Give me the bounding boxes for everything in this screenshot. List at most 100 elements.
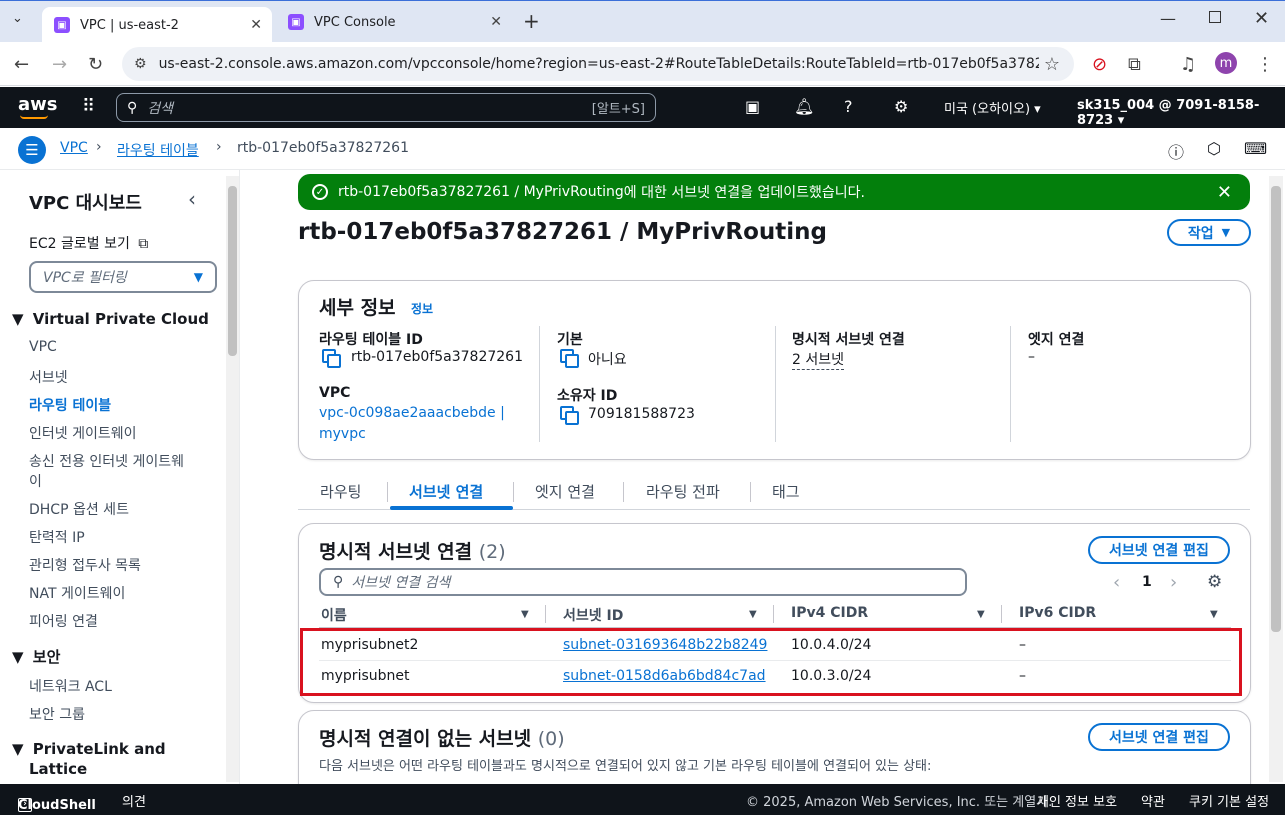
browser-menu-icon[interactable]: ⋮ <box>1256 54 1274 75</box>
browser-tab-vpc-console[interactable]: ▣ VPC Console ✕ <box>276 7 512 37</box>
dismiss-flash-icon[interactable]: ✕ <box>1217 182 1232 203</box>
sidebar-scrollbar-thumb[interactable] <box>228 186 237 356</box>
ec2-global-view-link[interactable]: EC2 글로벌 보기 ⧉ <box>29 233 148 253</box>
aws-logo[interactable]: aws <box>18 94 58 115</box>
sidebar-item-elastic-ips[interactable]: 탄력적 IP <box>29 527 85 547</box>
cookie-preferences-link[interactable]: 쿠키 기본 설정 <box>1189 791 1269 810</box>
url-input[interactable]: ⚙ us-east-2.console.aws.amazon.com/vpcco… <box>122 47 1074 81</box>
notification-hex-icon[interactable]: ⬡ <box>1207 139 1221 158</box>
details-info-link[interactable]: 정보 <box>411 300 433 317</box>
copy-icon[interactable] <box>560 349 579 368</box>
sidebar-item-security-groups[interactable]: 보안 그룹 <box>29 704 85 724</box>
sidebar-item-subnets[interactable]: 서브넷 <box>29 367 68 387</box>
sidebar-item-route-tables[interactable]: 라우팅 테이블 <box>29 395 111 415</box>
minimize-icon[interactable]: — <box>1160 9 1176 28</box>
search-icon: ⚲ <box>333 574 344 590</box>
info-circle-icon[interactable]: ⓘ <box>1168 139 1184 163</box>
column-header-name[interactable]: 이름 <box>321 605 347 625</box>
sidebar-item-peering[interactable]: 피어링 연결 <box>29 611 98 631</box>
sidebar-item-internet-gateways[interactable]: 인터넷 게이트웨이 <box>29 423 137 443</box>
bookmark-star-icon[interactable]: ☆ <box>1044 54 1060 75</box>
column-header-ipv4-cidr[interactable]: IPv4 CIDR <box>791 605 868 621</box>
heading-text: 명시적 연결이 없는 서브넷 <box>319 728 532 750</box>
tab-tags[interactable]: 태그 <box>772 481 800 502</box>
feedback-panel-icon[interactable]: ⌨ <box>1244 139 1267 158</box>
browser-tab-vpc[interactable]: ▣ VPC | us-east-2 ✕ <box>42 7 272 43</box>
close-tab-icon[interactable]: ✕ <box>490 14 502 30</box>
section-security[interactable]: ▼ 보안 <box>12 646 60 667</box>
subnet-assoc-search-input[interactable]: ⚲ 서브넷 연결 검색 <box>319 568 967 596</box>
column-header-subnet-id[interactable]: 서브넷 ID <box>563 605 623 625</box>
region-selector[interactable]: 미국 (오하이오) ▾ <box>944 98 1041 117</box>
section-privatelink[interactable]: ▼ PrivateLink and <box>12 740 166 758</box>
cloudshell-icon[interactable]: ▣ <box>745 97 760 116</box>
vpc-name-link[interactable]: myvpc <box>319 426 366 442</box>
tab-routes[interactable]: 라우팅 <box>320 481 361 502</box>
next-page-icon[interactable]: › <box>1170 572 1177 593</box>
terms-link[interactable]: 약관 <box>1141 791 1165 810</box>
aws-logo-smile <box>20 115 48 119</box>
chevron-right-icon: › <box>216 139 222 155</box>
sidebar-item-egress-only-igw-cont[interactable]: 이 <box>29 471 42 491</box>
sidebar-item-nat-gateways[interactable]: NAT 게이트웨이 <box>29 583 125 603</box>
sidebar-item-vpc[interactable]: VPC <box>29 339 57 355</box>
ec2-global-view-label: EC2 글로벌 보기 <box>29 236 130 252</box>
edit-subnet-associations-button[interactable]: 서브넷 연결 편집 <box>1088 536 1230 564</box>
tab-edge-associations[interactable]: 엣지 연결 <box>535 481 595 502</box>
new-tab-icon[interactable]: + <box>523 9 540 33</box>
maximize-icon[interactable] <box>1209 11 1221 23</box>
extension-alert-icon[interactable]: ⊘ <box>1092 54 1107 75</box>
forward-icon[interactable]: → <box>52 54 67 75</box>
main-label: 기본 <box>557 332 583 348</box>
vpc-filter-select[interactable]: VPC로 필터링 ▼ <box>29 261 217 293</box>
hamburger-menu-icon[interactable]: ☰ <box>18 136 46 164</box>
collapse-sidebar-icon[interactable]: ‹ <box>188 187 196 211</box>
success-check-icon: ✓ <box>312 184 328 200</box>
sort-caret-icon[interactable]: ▼ <box>977 609 985 620</box>
sort-caret-icon[interactable]: ▼ <box>1210 609 1218 620</box>
prev-page-icon[interactable]: ‹ <box>1113 572 1120 593</box>
feedback-link[interactable]: 의견 <box>122 791 146 810</box>
actions-button[interactable]: 작업 ▼ <box>1167 219 1251 246</box>
profile-avatar[interactable]: m <box>1215 52 1237 74</box>
media-control-icon[interactable]: ♫ <box>1180 54 1196 75</box>
explicit-assoc-value[interactable]: 2 서브넷 <box>792 349 844 370</box>
close-tab-icon[interactable]: ✕ <box>250 17 262 33</box>
tab-separator <box>750 482 751 502</box>
sidebar-item-prefix-lists[interactable]: 관리형 접두사 목록 <box>29 555 141 575</box>
column-header-ipv6-cidr[interactable]: IPv6 CIDR <box>1019 605 1096 621</box>
main-scrollbar-thumb[interactable] <box>1271 186 1281 632</box>
vpc-link[interactable]: vpc-0c098ae2aaacbebde | <box>319 405 505 421</box>
page-number[interactable]: 1 <box>1142 574 1152 590</box>
aws-search-input[interactable]: ⚲ 검색 [알트+S] <box>116 93 656 122</box>
owner-id-label: 소유자 ID <box>557 388 618 404</box>
notifications-bell-icon[interactable]: 🔔︎ <box>794 97 814 116</box>
copy-icon[interactable] <box>322 349 341 368</box>
account-menu[interactable]: sk315_004 @ 7091-8158-8723 ▾ <box>1077 98 1285 128</box>
tab-subnet-associations[interactable]: 서브넷 연결 <box>409 481 483 502</box>
table-settings-gear-icon[interactable]: ⚙ <box>1207 572 1222 592</box>
site-info-icon[interactable]: ⚙ <box>134 56 147 72</box>
reload-icon[interactable]: ↻ <box>88 54 103 75</box>
sidebar-title[interactable]: VPC 대시보드 <box>29 189 142 215</box>
extensions-icon[interactable]: ⧉ <box>1128 54 1141 75</box>
close-window-icon[interactable]: ✕ <box>1254 8 1269 29</box>
tab-route-propagation[interactable]: 라우팅 전파 <box>646 481 720 502</box>
sidebar-item-egress-only-igw[interactable]: 송신 전용 인터넷 게이트웨 <box>29 451 184 471</box>
side-navigation: VPC 대시보드 ‹ EC2 글로벌 보기 ⧉ VPC로 필터링 ▼ ▼ Vir… <box>0 170 240 784</box>
sidebar-item-network-acl[interactable]: 네트워크 ACL <box>29 676 112 696</box>
settings-gear-icon[interactable]: ⚙ <box>894 97 908 116</box>
breadcrumb-route-tables[interactable]: 라우팅 테이블 <box>117 140 199 160</box>
help-icon[interactable]: ? <box>844 97 853 116</box>
back-icon[interactable]: ← <box>14 54 29 75</box>
tab-list-chevron-icon[interactable]: ⌄ <box>12 11 23 26</box>
sidebar-item-dhcp-options[interactable]: DHCP 옵션 세트 <box>29 499 129 519</box>
services-grid-icon[interactable]: ⠿ <box>82 96 95 117</box>
privacy-link[interactable]: 개인 정보 보호 <box>1037 791 1117 810</box>
sort-caret-icon[interactable]: ▼ <box>521 609 529 620</box>
edit-subnet-associations-button[interactable]: 서브넷 연결 편집 <box>1088 723 1230 751</box>
section-virtual-private-cloud[interactable]: ▼ Virtual Private Cloud <box>12 310 209 328</box>
breadcrumb-vpc[interactable]: VPC <box>60 140 88 156</box>
sort-caret-icon[interactable]: ▼ <box>749 609 757 620</box>
copy-icon[interactable] <box>560 406 579 425</box>
